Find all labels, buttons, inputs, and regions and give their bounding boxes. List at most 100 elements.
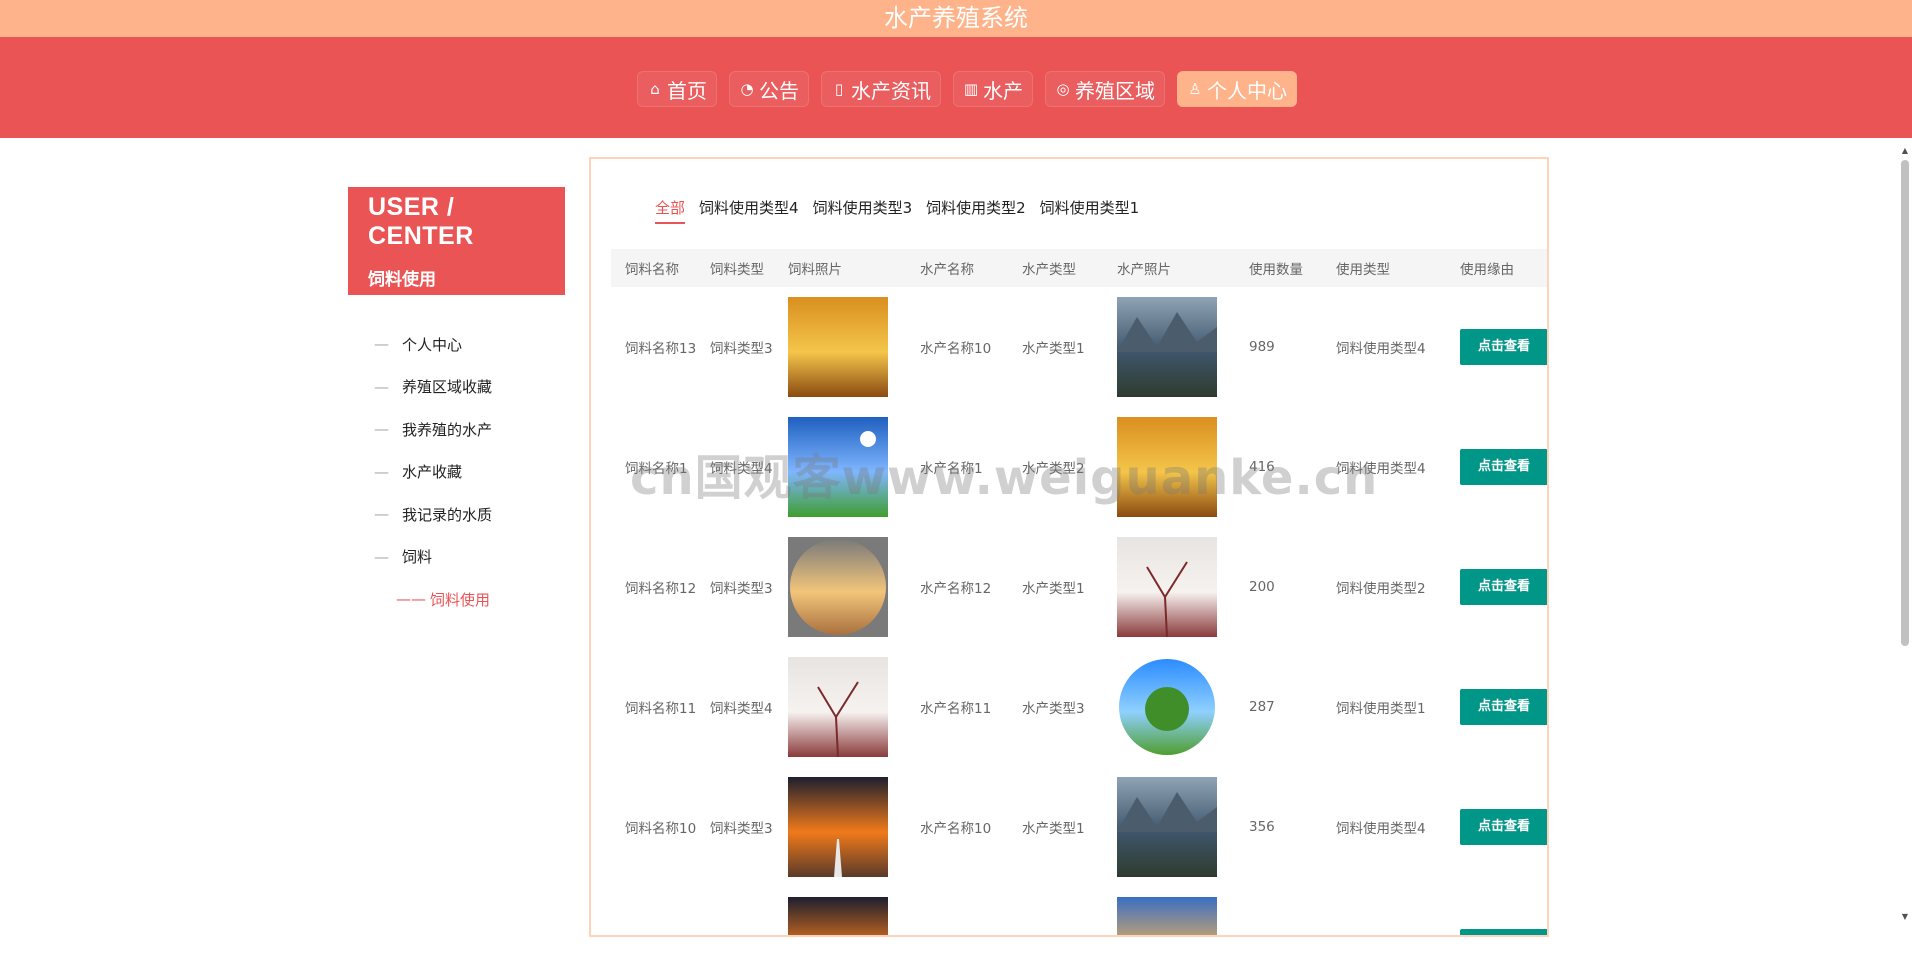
cell-use_type: 饲料使用类型2	[1336, 581, 1426, 597]
nav-item-4[interactable]: ◎ 养殖区域	[1045, 71, 1165, 107]
table-header-row: 饲料名称 饲料类型 饲料照片 水产名称 水产类型 水产照片 使用数量 使用类型 使用缘由	[611, 249, 1547, 287]
cell-aqua_type: 水产类型2	[1022, 461, 1085, 477]
app-title-bar: 水产养殖系统	[0, 0, 1912, 37]
main-nav: ⌂ 首页 ◔ 公告 ▯ 水产资讯 ▥ 水产 ◎ 养殖区域 ♙ 个人中心	[637, 71, 1297, 107]
cell-use_type: 饲料使用类型4	[1336, 461, 1426, 477]
sidebar-header: USER / CENTER 饲料使用	[348, 187, 565, 295]
feed-photo-1	[788, 417, 888, 517]
aqua-photo-1	[1117, 417, 1217, 517]
table-cell	[611, 887, 696, 935]
cell-qty: 200	[1249, 579, 1275, 595]
nav-item-label: 个人中心	[1207, 78, 1287, 103]
table-cell: 989	[1235, 287, 1322, 407]
sidebar-item-0[interactable]: — 个人中心	[348, 323, 565, 366]
table-cell: 点击查看	[1446, 527, 1547, 647]
scroll-up-arrow-icon[interactable]: ▲	[1900, 146, 1910, 155]
nav-item-label: 水产资讯	[851, 78, 931, 103]
aqua-photo-4	[1117, 777, 1217, 877]
column-header-7: 使用类型	[1336, 262, 1390, 278]
sidebar-item-dash: —	[374, 505, 389, 524]
column-header-3: 水产名称	[920, 262, 974, 278]
view-details-button[interactable]: 点击查看	[1460, 449, 1547, 485]
sidebar-subitem-feed-usage[interactable]: —— 饲料使用	[348, 578, 565, 621]
home-icon: ⌂	[650, 80, 660, 98]
table-cell: 水产名称11	[906, 647, 1008, 767]
view-details-button[interactable]: 点击查看	[1460, 689, 1547, 725]
table-body: 饲料名称13 饲料类型3 水产名称10 水产类型1 989 饲料使用类型4 点击查看 饲料名称…	[611, 287, 1547, 935]
table-cell	[774, 407, 906, 527]
table-cell: 水产名称10	[906, 767, 1008, 887]
sidebar-item-dash: —	[374, 420, 389, 439]
column-header-2: 饲料照片	[788, 262, 842, 278]
view-details-button[interactable]: 点击查看	[1460, 809, 1547, 845]
view-details-button[interactable]: 点击查看	[1460, 569, 1547, 605]
view-details-button[interactable]: 点击查看	[1460, 329, 1547, 365]
table-cell: 点击查看	[1446, 887, 1547, 935]
cell-feed_type: 饲料类型4	[710, 701, 773, 717]
tab-4[interactable]: 饲料使用类型1	[1040, 197, 1140, 224]
sidebar-item-5[interactable]: — 饲料	[348, 536, 565, 579]
table-cell: 水产类型2	[1008, 407, 1103, 527]
cell-aqua_name: 水产名称12	[920, 581, 992, 597]
sidebar-item-label: 饲料	[402, 548, 433, 567]
sidebar-item-1[interactable]: — 养殖区域收藏	[348, 366, 565, 409]
user-icon: ♙	[1188, 80, 1202, 98]
sidebar-item-label: 养殖区域收藏	[402, 378, 493, 397]
table-cell	[1008, 887, 1103, 935]
sidebar-item-4[interactable]: — 我记录的水质	[348, 493, 565, 536]
aqua-photo-2	[1117, 537, 1217, 637]
cell-aqua_name: 水产名称10	[920, 821, 992, 837]
nav-item-1[interactable]: ◔ 公告	[729, 71, 809, 107]
top-nav-bar: ⌂ 首页 ◔ 公告 ▯ 水产资讯 ▥ 水产 ◎ 养殖区域 ♙ 个人中心	[0, 37, 1912, 138]
table-cell: 饲料使用类型1	[1322, 647, 1446, 767]
sidebar-subheading: 饲料使用	[368, 270, 436, 290]
table-cell: 饲料类型3	[696, 287, 774, 407]
sidebar-item-3[interactable]: — 水产收藏	[348, 451, 565, 494]
nav-item-0[interactable]: ⌂ 首页	[637, 71, 717, 107]
nav-item-2[interactable]: ▯ 水产资讯	[821, 71, 941, 107]
sidebar-item-label: 水产收藏	[402, 463, 463, 482]
feed-photo-2	[788, 537, 888, 637]
cell-feed_type: 饲料类型3	[710, 581, 773, 597]
table-cell: 饲料名称1	[611, 407, 696, 527]
table-cell: 饲料类型4	[696, 647, 774, 767]
sidebar-item-2[interactable]: — 我养殖的水产	[348, 408, 565, 451]
table-cell: 水产类型3	[1008, 647, 1103, 767]
cell-aqua_type: 水产类型1	[1022, 341, 1085, 357]
table-cell: 水产名称12	[906, 527, 1008, 647]
sidebar-subitem-dash: ——	[396, 590, 426, 609]
tab-2[interactable]: 饲料使用类型3	[813, 197, 913, 224]
column-header-1: 饲料类型	[710, 262, 764, 278]
column-header-8: 使用缘由	[1460, 262, 1514, 278]
scroll-down-arrow-icon[interactable]: ▼	[1900, 912, 1910, 921]
type-filter-tabs: 全部 饲料使用类型4 饲料使用类型3 饲料使用类型2 饲料使用类型1	[655, 197, 1139, 224]
tab-1[interactable]: 饲料使用类型4	[699, 197, 799, 224]
aqua-photo-3	[1117, 657, 1217, 757]
table-cell	[774, 287, 906, 407]
view-details-button[interactable]: 点击查看	[1460, 929, 1547, 935]
tab-0[interactable]: 全部	[655, 197, 686, 224]
scroll-thumb[interactable]	[1901, 160, 1909, 646]
sidebar-item-label: 我记录的水质	[402, 505, 493, 524]
table-cell: 点击查看	[1446, 767, 1547, 887]
cell-feed_type: 饲料类型4	[710, 461, 773, 477]
tab-3[interactable]: 饲料使用类型2	[926, 197, 1026, 224]
cell-qty: 416	[1249, 459, 1275, 475]
sidebar-item-label: 个人中心	[402, 335, 463, 354]
table-cell	[1103, 767, 1235, 887]
column-header-0: 饲料名称	[625, 262, 679, 278]
cell-feed_name: 饲料名称1	[625, 461, 688, 477]
table-cell: 饲料类型4	[696, 407, 774, 527]
table-cell: 饲料使用类型4	[1322, 287, 1446, 407]
nav-item-3[interactable]: ▥ 水产	[953, 71, 1033, 107]
feed-photo-5	[788, 897, 888, 935]
page-scrollbar[interactable]: ▲ ▼	[1900, 146, 1910, 926]
table-cell: 水产名称1	[906, 407, 1008, 527]
column-header-4: 水产类型	[1022, 262, 1076, 278]
feed-photo-3	[788, 657, 888, 757]
cell-qty: 356	[1249, 819, 1275, 835]
table-cell: 点击查看	[1446, 287, 1547, 407]
gauge-icon: ◔	[740, 80, 754, 98]
nav-item-5[interactable]: ♙ 个人中心	[1177, 71, 1297, 107]
cell-aqua_type: 水产类型1	[1022, 821, 1085, 837]
